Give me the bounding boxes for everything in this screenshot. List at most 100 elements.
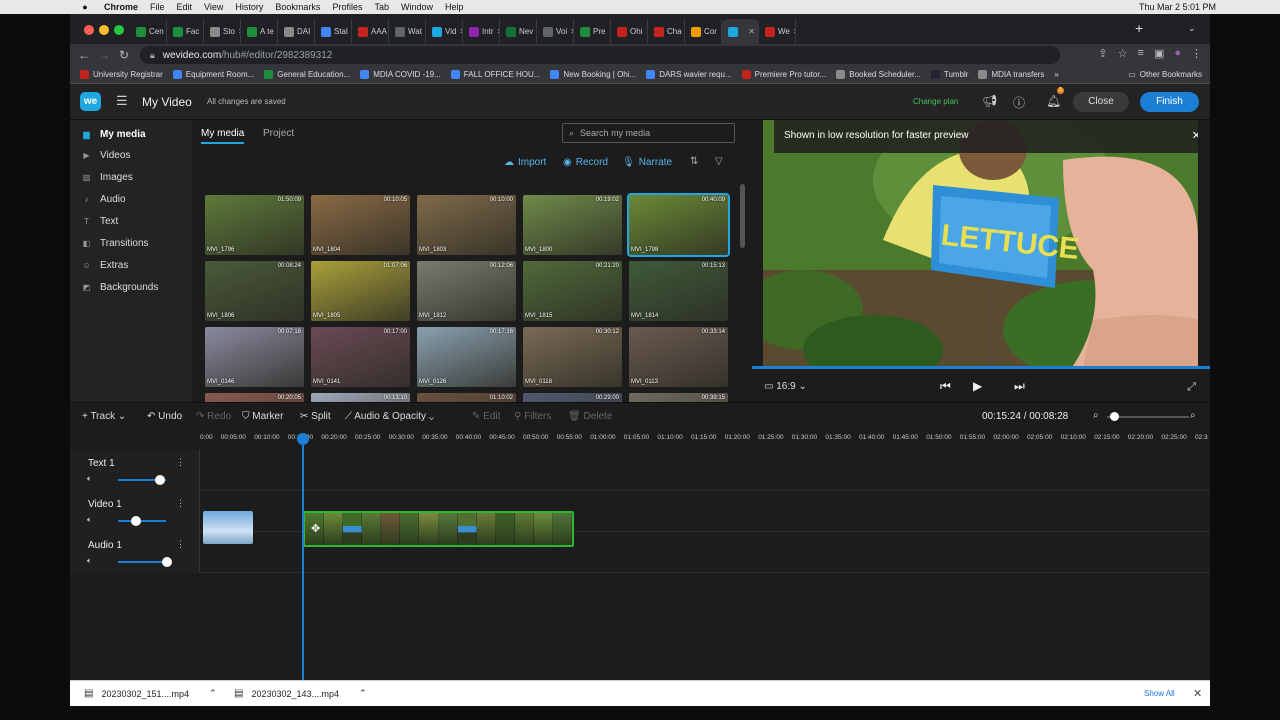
address-bar[interactable]: 🔒︎ wevideo.com/hub#/editor/2982389312 (140, 46, 1060, 64)
volume-icon[interactable]: 🔈︎ (87, 474, 92, 484)
edit-button[interactable]: ✎ Edit (472, 411, 500, 422)
media-thumbnail[interactable]: 00:13:10 (311, 393, 410, 402)
audio-opacity-button[interactable]: ⟋ Audio & Opacity ⌄ (345, 411, 434, 422)
track-menu-icon[interactable]: ⋮ (176, 498, 185, 509)
narrate-button[interactable]: 🎙︎ Narrate (622, 157, 672, 168)
media-thumbnail[interactable]: 01:50:09 MVI_1796 (205, 195, 304, 255)
preview-video[interactable]: LETTUCE Shown in low resolution for fast… (763, 120, 1198, 366)
track-volume-slider[interactable] (118, 561, 166, 563)
menu-history[interactable]: History (235, 2, 263, 12)
browser-tab[interactable]: Pre✕ (574, 19, 611, 44)
undo-button[interactable]: ↶ Undo (147, 411, 182, 422)
sidebar-item-transitions[interactable]: ◧ Transitions (82, 235, 149, 253)
aspect-ratio-dropdown[interactable]: ▭ 16:9 ⌄ (764, 381, 807, 392)
tab-search-icon[interactable]: ⌄ (1188, 23, 1196, 34)
bookmark-item[interactable]: Equipment Room... (172, 70, 254, 79)
zoom-in-icon[interactable]: ⌕ (1190, 410, 1196, 421)
zoom-slider[interactable] (1107, 416, 1189, 418)
volume-knob[interactable] (154, 475, 165, 485)
help-icon[interactable]: ⓘ (1013, 94, 1025, 111)
chevron-up-icon[interactable]: ⌃ (359, 688, 367, 699)
track-name[interactable]: Video 1 (88, 499, 122, 510)
chevron-up-icon[interactable]: ⌃ (209, 688, 217, 699)
browser-tab[interactable]: Nev✕ (500, 19, 537, 44)
sidebar-item-text[interactable]: T Text (82, 213, 118, 231)
menu-app[interactable]: Chrome (104, 2, 138, 12)
play-icon[interactable]: ▶ (973, 379, 982, 393)
skip-back-icon[interactable]: ⏮ (940, 379, 951, 394)
media-thumbnail[interactable]: 00:39:15 (629, 393, 728, 402)
browser-tab[interactable]: Wat✕ (389, 19, 426, 44)
show-all-downloads-link[interactable]: Show All (1144, 689, 1175, 698)
add-track-button[interactable]: + Track ⌄ (82, 411, 126, 422)
sidebar-item-backgrounds[interactable]: ◩ Backgrounds (82, 278, 159, 296)
close-button[interactable]: Close (1073, 92, 1129, 112)
bookmark-item[interactable]: Premiere Pro tutor... (741, 70, 826, 79)
track-menu-icon[interactable]: ⋮ (176, 539, 185, 550)
menubar-clock[interactable]: Thu Mar 2 5:01 PM (1139, 2, 1216, 12)
media-thumbnail[interactable]: 00:40:09 MVI_1798 (627, 193, 730, 257)
volume-knob[interactable] (162, 557, 172, 567)
hamburger-menu-icon[interactable]: ☰ (116, 93, 128, 109)
close-window-button[interactable] (84, 25, 94, 35)
fullscreen-icon[interactable]: ⤢ (1187, 381, 1196, 394)
sidebar-item-my-media[interactable]: ▆ My media (82, 125, 145, 143)
browser-tab[interactable]: Vid✕ (426, 19, 463, 44)
bookmark-item[interactable]: University Registrar (80, 70, 163, 79)
bookmark-item[interactable]: DARS wavier requ... (646, 70, 732, 79)
menu-view[interactable]: View (204, 2, 223, 12)
media-thumbnail[interactable]: 00:08:24 MVI_1806 (205, 261, 304, 321)
media-thumbnail[interactable]: 00:17:00 MVI_0141 (311, 327, 410, 387)
redo-button[interactable]: ↷ Redo (196, 411, 231, 422)
other-bookmarks[interactable]: ▭ Other Bookmarks (1128, 70, 1202, 79)
finish-button[interactable]: Finish (1140, 92, 1199, 112)
close-tab-icon[interactable]: ✕ (748, 27, 755, 36)
bell-icon[interactable]: 🔔︎ (1046, 94, 1061, 108)
timeline-ruler[interactable]: 0:0000:05:0000:10:0000:15:0000:20:0000:2… (200, 430, 1210, 450)
playhead-handle[interactable] (297, 433, 309, 445)
new-tab-button[interactable]: + (1135, 20, 1143, 36)
media-thumbnail[interactable]: 00:12:06 MVI_1812 (417, 261, 516, 321)
media-thumbnail[interactable]: 00:10:05 MVI_1804 (311, 195, 410, 255)
volume-icon[interactable]: 🔈︎ (87, 556, 92, 566)
browser-tab[interactable]: Sto✕ (204, 19, 241, 44)
browser-tab[interactable]: ✕ (722, 19, 759, 44)
volume-icon[interactable]: 🔈︎ (87, 515, 92, 525)
media-scrollbar[interactable] (740, 184, 745, 248)
skip-forward-icon[interactable]: ⏭ (1014, 379, 1025, 394)
more-bookmarks-icon[interactable]: » (1054, 70, 1058, 79)
tab-my-media[interactable]: My media (201, 128, 245, 144)
sidebar-item-audio[interactable]: ♪ Audio (82, 191, 126, 209)
browser-tab[interactable]: Voi✕ (537, 19, 574, 44)
bookmark-item[interactable]: Tumblr (930, 70, 968, 79)
browser-tab[interactable]: Fac✕ (167, 19, 204, 44)
import-button[interactable]: ☁ Import (504, 157, 546, 168)
video-clip-garden[interactable]: ✥ (303, 511, 574, 547)
search-media-input[interactable]: ⌕ Search my media (562, 123, 735, 143)
media-thumbnail[interactable]: 00:10:00 MVI_1803 (417, 195, 516, 255)
media-thumbnail[interactable]: 00:33:14 MVI_0113 (629, 327, 728, 387)
sidepanel-icon[interactable]: ▣ (1154, 47, 1164, 60)
browser-tab[interactable]: DAI✕ (278, 19, 315, 44)
close-notice-icon[interactable]: ✕ (1192, 129, 1198, 142)
menu-bookmarks[interactable]: Bookmarks (275, 2, 320, 12)
browser-tab[interactable]: Cha✕ (648, 19, 685, 44)
menu-window[interactable]: Window (401, 2, 433, 12)
volume-knob[interactable] (130, 516, 141, 526)
record-button[interactable]: ◉ Record (563, 157, 608, 168)
menu-file[interactable]: File (150, 2, 165, 12)
media-thumbnail[interactable]: 00:15:13 MVI_1814 (629, 261, 728, 321)
filters-button[interactable]: ⚲ Filters (514, 411, 551, 422)
tab-project[interactable]: Project (263, 128, 294, 139)
bookmark-item[interactable]: MDIA transfers (978, 70, 1044, 79)
bookmark-item[interactable]: New Booking | Ohi... (550, 70, 636, 79)
media-thumbnail[interactable]: 01:07:06 MVI_1805 (311, 261, 410, 321)
browser-tab[interactable]: Stal✕ (315, 19, 352, 44)
reload-icon[interactable]: ↻ (114, 48, 134, 62)
change-plan-link[interactable]: Change plan (913, 97, 958, 106)
megaphone-icon[interactable]: 📢︎ (982, 94, 997, 108)
close-tab-icon[interactable]: ✕ (793, 27, 795, 36)
wevideo-logo[interactable]: we (80, 92, 101, 111)
media-thumbnail[interactable]: 00:29:00 (523, 393, 622, 402)
media-thumbnail[interactable]: 00:20:05 (205, 393, 304, 402)
